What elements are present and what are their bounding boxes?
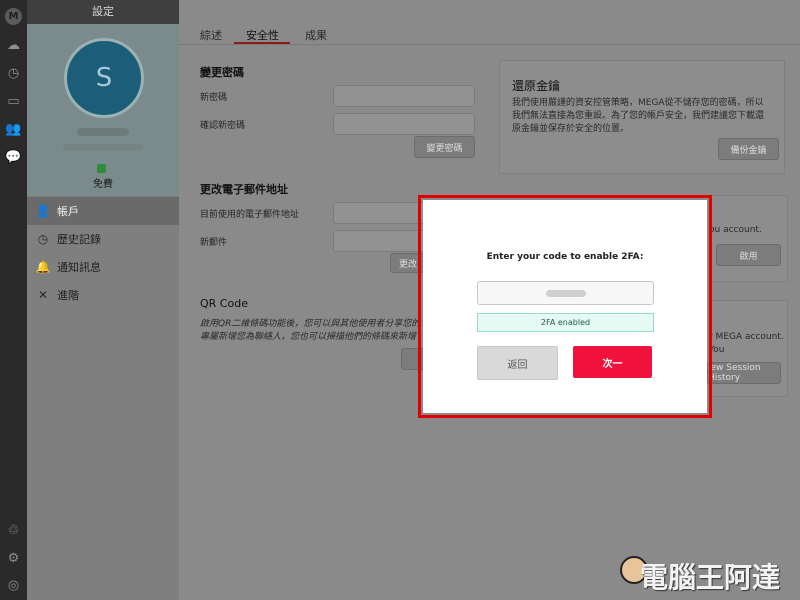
rubbish-bin-icon[interactable]: ♲ <box>5 522 22 539</box>
blurred-email <box>63 144 143 151</box>
sidebar-item-label: 歷史記錄 <box>57 233 101 246</box>
qr-code-text: 啟用QR二維條碼功能後，您可以與其他使用者分享您的專屬新增您為聯絡人，您也可以掃… <box>200 319 421 342</box>
view-session-history-button[interactable]: iew Session History <box>707 362 781 384</box>
plan-badge-icon <box>97 164 106 173</box>
help-icon[interactable]: ◎ <box>5 577 22 594</box>
two-factor-card <box>709 195 788 282</box>
user-icon: 👤 <box>35 204 51 218</box>
highlight-frame <box>418 195 712 418</box>
avatar[interactable]: S <box>64 38 144 118</box>
confirm-password-input[interactable] <box>333 113 475 135</box>
session-history-text: r MEGA account. You <box>709 332 784 355</box>
change-password-title: 變更密碼 <box>200 66 244 79</box>
blurred-username <box>77 128 129 136</box>
change-email-title: 更改電子郵件地址 <box>200 183 288 196</box>
tab-divider <box>179 44 800 45</box>
recents-clock-icon[interactable]: ◷ <box>5 65 22 82</box>
clock-icon: ◷ <box>37 232 49 246</box>
folder-icon[interactable]: ▭ <box>5 93 22 110</box>
tab-bar: 綜述 安全性 成果 <box>179 0 800 45</box>
tab-overview[interactable]: 綜述 <box>200 27 222 43</box>
new-email-label: 新郵件 <box>200 238 228 248</box>
sidebar-title: 設定 <box>27 0 179 24</box>
sidebar-item-label: 通知訊息 <box>57 261 101 274</box>
mega-logo-icon[interactable]: M <box>5 8 22 25</box>
backup-key-button[interactable]: 備份金鑰 <box>718 138 779 160</box>
cloud-drive-icon[interactable]: ☁ <box>5 37 22 54</box>
contacts-icon[interactable]: 👥 <box>5 121 22 138</box>
recovery-key-text: 我們使用嚴謹的資安控管策略，MEGA從不儲存您的密碼，所以我們無法直接為您重設。… <box>512 98 765 134</box>
settings-gear-icon[interactable]: ⚙ <box>5 550 22 567</box>
confirm-password-label: 確認新密碼 <box>200 121 246 131</box>
sidebar-item-label: 進階 <box>57 289 79 302</box>
new-password-label: 新密碼 <box>200 93 228 103</box>
change-password-button[interactable]: 變更密碼 <box>414 136 475 158</box>
plan-label: 免費 <box>93 179 113 190</box>
sidebar-item-history[interactable]: ◷ 歷史記錄 <box>27 225 179 253</box>
watermark-logo: 電腦王阿達 <box>640 561 781 594</box>
bell-icon: 🔔 <box>35 260 51 274</box>
tab-security[interactable]: 安全性 <box>246 27 279 43</box>
recovery-key-title: 還原金鑰 <box>512 79 561 93</box>
settings-sidebar: 設定 S 免費 👤 帳戶 ◷ 歷史記錄 🔔 通知訊息 ✕ 進階 <box>27 0 179 600</box>
profile-header: S 免費 <box>27 24 179 196</box>
qr-code-title: QR Code <box>200 297 248 310</box>
chat-icon[interactable]: 💬 <box>5 149 22 166</box>
sidebar-item-label: 帳戶 <box>57 205 79 218</box>
new-password-input[interactable] <box>333 85 475 107</box>
sidebar-item-notifications[interactable]: 🔔 通知訊息 <box>27 253 179 281</box>
sidebar-item-account[interactable]: 👤 帳戶 <box>27 197 179 225</box>
sidebar-item-advanced[interactable]: ✕ 進階 <box>27 281 179 309</box>
current-email-label: 目前使用的電子郵件地址 <box>200 210 300 220</box>
tab-achievements[interactable]: 成果 <box>305 27 327 43</box>
two-factor-text: ou account. <box>709 225 762 235</box>
app-window: M ☁ ◷ ▭ 👥 💬 ♲ ⚙ ◎ 設定 S 免費 👤 帳戶 ◷ 歷史記錄 🔔 … <box>0 0 800 600</box>
tools-icon: ✕ <box>37 288 49 302</box>
icon-rail: M ☁ ◷ ▭ 👥 💬 ♲ ⚙ ◎ <box>0 0 27 600</box>
enable-2fa-button[interactable]: 啟用 <box>716 244 781 266</box>
